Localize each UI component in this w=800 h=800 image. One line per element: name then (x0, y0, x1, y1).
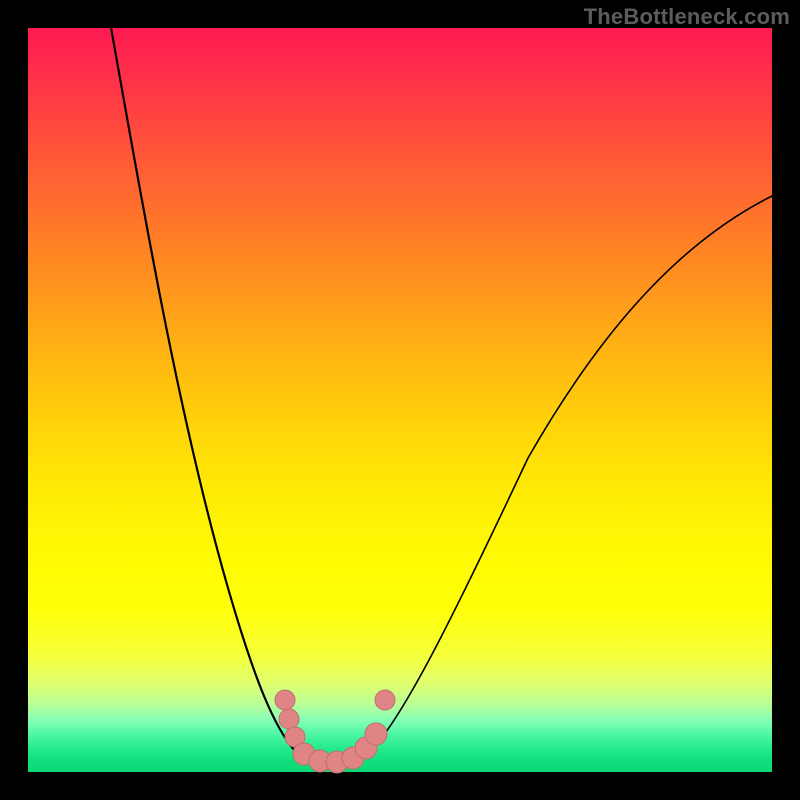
dot-2 (279, 709, 299, 729)
dot-9 (365, 723, 387, 745)
sample-dots (275, 690, 395, 773)
watermark-text: TheBottleneck.com (584, 4, 790, 30)
chart-svg (28, 28, 772, 772)
dot-1 (275, 690, 295, 710)
chart-stage: TheBottleneck.com (0, 0, 800, 800)
dot-10 (375, 690, 395, 710)
curve-left-descent (110, 22, 304, 758)
curve-right-rise (364, 196, 772, 758)
